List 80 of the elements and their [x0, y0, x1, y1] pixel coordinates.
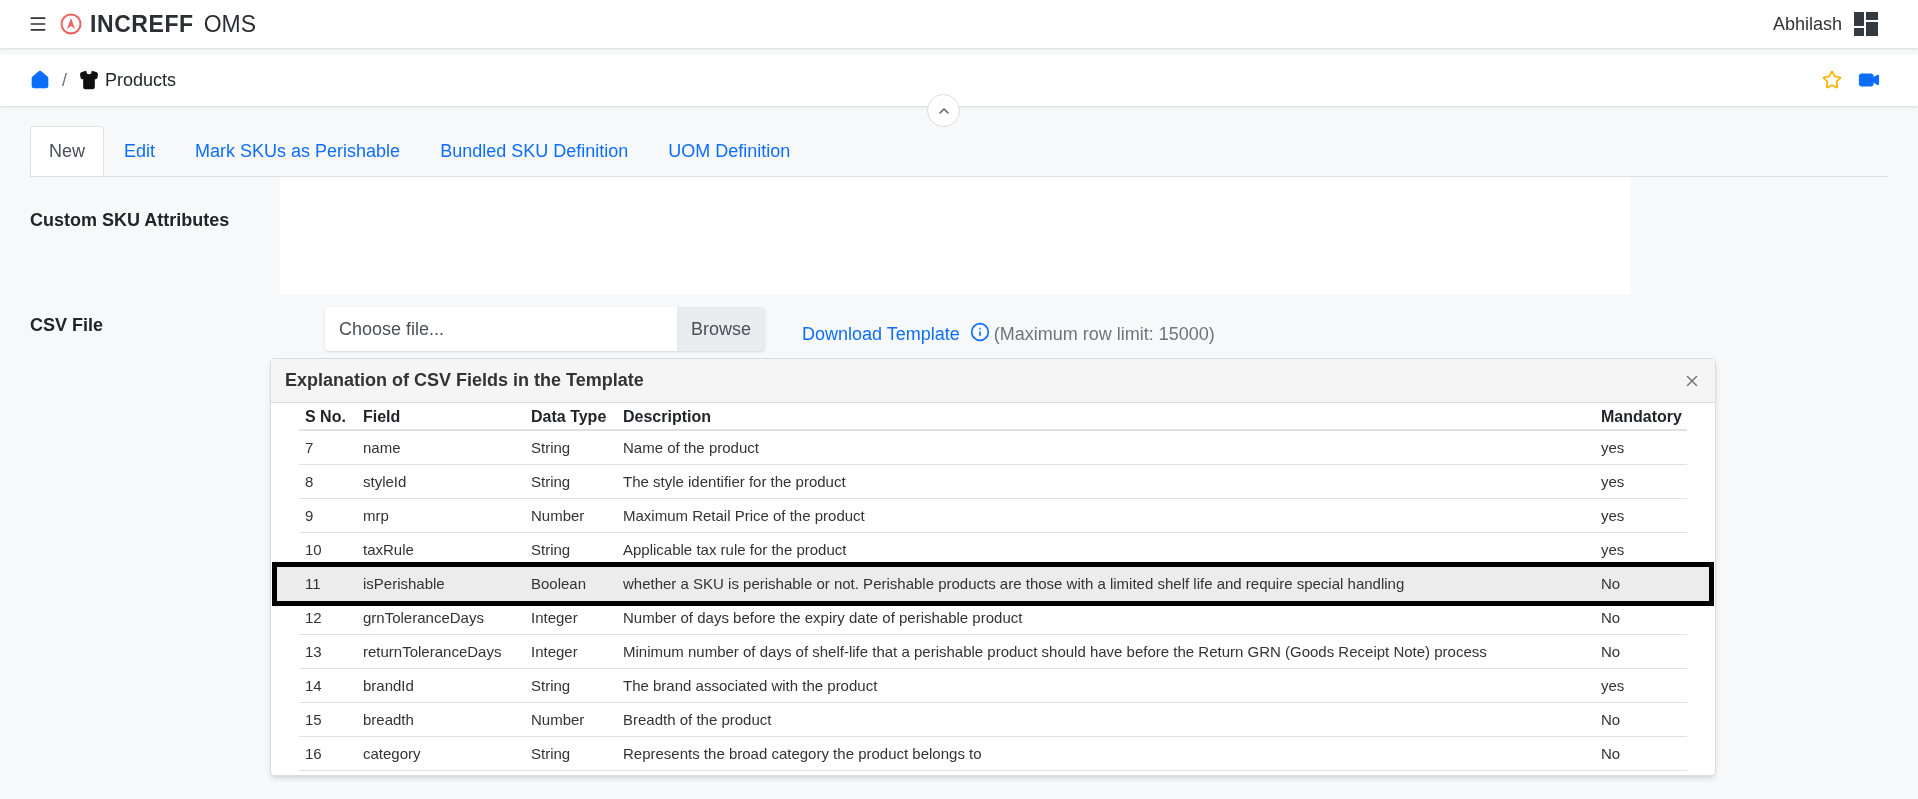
- field-label: CSV File: [30, 315, 104, 335]
- table-cell: String: [531, 744, 571, 762]
- table-cell: String: [531, 472, 571, 490]
- file-placeholder: Choose file...: [338, 317, 446, 341]
- table-cell: 9: [305, 506, 314, 524]
- shirt-icon: [79, 70, 99, 90]
- table-cell: No: [1601, 642, 1621, 660]
- table-cell: Integer: [531, 608, 578, 626]
- table-cell: 11: [305, 575, 321, 592]
- table-cell: category: [363, 744, 421, 762]
- table-cell: taxRule: [363, 540, 414, 558]
- brand-name: INCREFF: [90, 9, 194, 39]
- table-cell: No: [1601, 710, 1621, 728]
- table-cell: yes: [1601, 676, 1625, 694]
- table-cell: yes: [1601, 438, 1625, 456]
- table-cell: brandId: [363, 676, 414, 694]
- table-cell: yes: [1601, 506, 1625, 524]
- popover-title: Explanation of CSV Fields in the Template: [285, 369, 644, 392]
- column-header: Description: [623, 408, 711, 425]
- table-cell: Applicable tax rule for the product: [623, 540, 847, 558]
- table-cell: 15: [305, 710, 322, 728]
- table-cell: 8: [305, 472, 314, 490]
- table-cell: returnToleranceDays: [363, 642, 502, 660]
- tab[interactable]: New: [30, 126, 104, 176]
- table-cell: String: [531, 676, 571, 694]
- dashboard-icon[interactable]: [1854, 12, 1878, 36]
- table-cell: whether a SKU is perishable or not. Perishable products are those with a limited shelf life and require special handling: [623, 575, 1405, 592]
- column-header: S No.: [305, 408, 346, 425]
- column-header: Field: [363, 408, 401, 425]
- table-cell: isPerishable: [363, 575, 445, 592]
- table-cell: yes: [1601, 472, 1625, 490]
- logo-icon: [60, 13, 82, 35]
- table-cell: 14: [305, 676, 322, 694]
- table-cell: 7: [305, 438, 314, 456]
- table-cell: name: [363, 438, 401, 456]
- star-icon[interactable]: [1822, 70, 1842, 90]
- table-cell: grnToleranceDays: [363, 608, 484, 626]
- field-label: Custom SKU Attributes: [30, 210, 230, 230]
- table-cell: 10: [305, 540, 322, 558]
- table-cell: Maximum Retail Price of the product: [623, 506, 865, 524]
- column-header: Data Type: [531, 408, 607, 425]
- table-cell: Breadth of the product: [623, 710, 772, 728]
- home-icon[interactable]: [30, 70, 50, 90]
- table-cell: String: [531, 438, 571, 456]
- table-cell: Integer: [531, 642, 578, 660]
- table-cell: styleId: [363, 472, 407, 490]
- table-cell: Represents the broad category the product belongs to: [623, 744, 982, 762]
- table-cell: No: [1601, 744, 1621, 762]
- table-cell: String: [531, 540, 571, 558]
- tab[interactable]: Edit: [104, 126, 176, 176]
- table-cell: 16: [305, 744, 322, 762]
- table-cell: Number of days before the expiry date of perishable product: [623, 608, 1023, 626]
- table-cell: mrp: [363, 506, 389, 524]
- tab[interactable]: Bundled SKU Definition: [420, 126, 649, 176]
- table-cell: breadth: [363, 710, 414, 728]
- breadcrumb-separator: /: [62, 68, 67, 92]
- table-cell: Number: [531, 710, 585, 728]
- menu-icon[interactable]: [28, 14, 48, 34]
- breadcrumb-item: Products: [105, 68, 177, 92]
- table-cell: Boolean: [531, 575, 587, 592]
- table-cell: Minimum number of days of shelf-life that a perishable product should have before the Return GRN (Goods Receipt Note) process: [623, 642, 1487, 660]
- info-icon[interactable]: [969, 322, 990, 342]
- product-name: OMS: [203, 9, 257, 39]
- browse-button[interactable]: Browse: [676, 307, 765, 351]
- table-cell: Name of the product: [623, 438, 759, 456]
- user-name[interactable]: Abhilash: [1772, 10, 1842, 38]
- table-cell: No: [1601, 575, 1621, 592]
- tab[interactable]: Mark SKUs as Perishable: [175, 126, 421, 176]
- table-cell: 12: [305, 608, 322, 626]
- table-cell: yes: [1601, 540, 1625, 558]
- table-cell: No: [1601, 608, 1621, 626]
- table-cell: 13: [305, 642, 322, 660]
- table-cell: Number: [531, 506, 585, 524]
- table-cell: The style identifier for the product: [623, 472, 846, 490]
- download-template-link[interactable]: Download Template: [802, 321, 960, 348]
- tab[interactable]: UOM Definition: [648, 126, 811, 176]
- table-cell: The brand associated with the product: [623, 676, 878, 694]
- row-limit-note: (Maximum row limit: 15000): [993, 323, 1215, 346]
- column-header: Mandatory: [1601, 408, 1682, 425]
- file-input[interactable]: Choose file... Browse: [325, 307, 765, 351]
